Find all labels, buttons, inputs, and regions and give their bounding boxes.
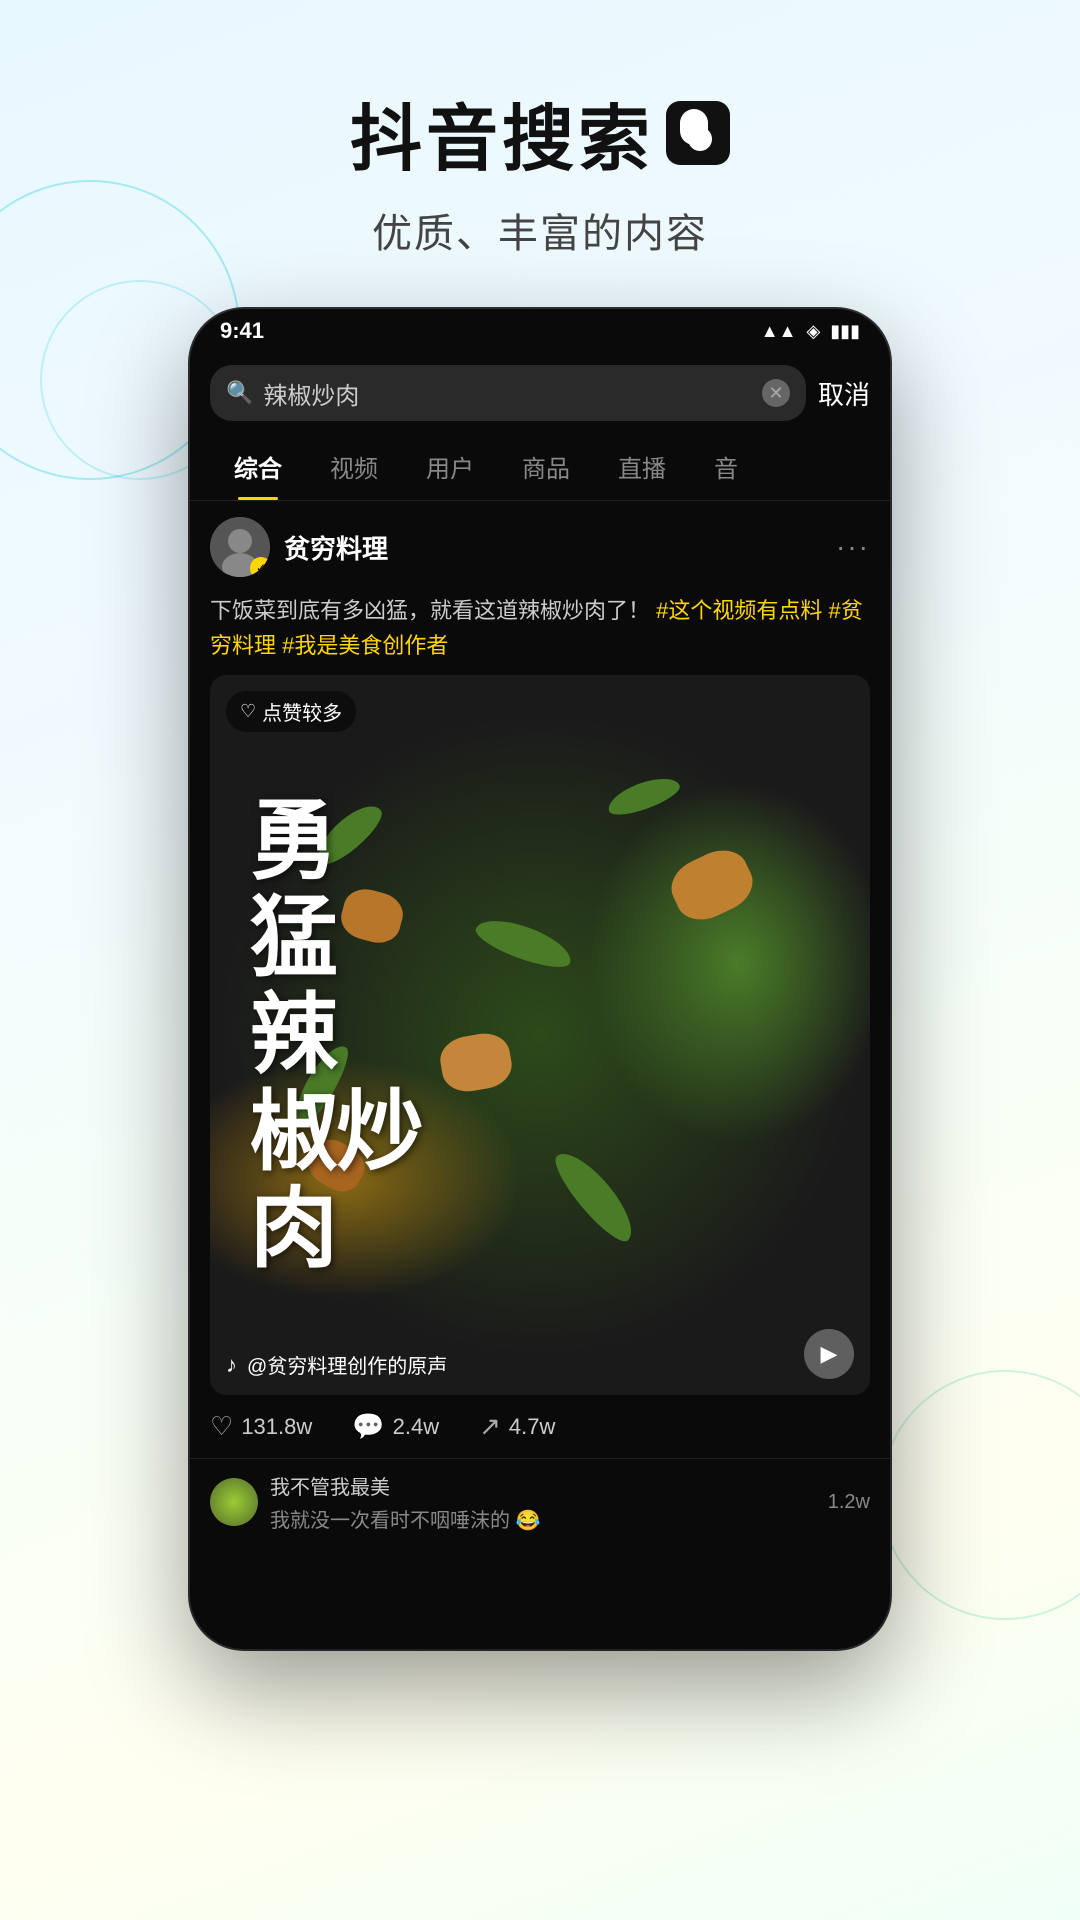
video-container[interactable]: ♡ 点赞较多 勇 猛 辣 椒炒 肉 ♪ @贫穷料理创作的原声 ▶ bbox=[210, 675, 870, 1395]
post-description: 下饭菜到底有多凶猛，就看这道辣椒炒肉了！ #这个视频有点料 #贫穷料理 #我是美… bbox=[190, 593, 890, 675]
content-area: ✓ 贫穷料理 ··· 下饭菜到底有多凶猛，就看这道辣椒炒肉了！ #这个视频有点料… bbox=[190, 501, 890, 1545]
phone-wrapper: 9:41 ▲▲ ◈ ▮▮▮ 🔍 辣椒炒肉 ✕ 取消 综合 视频 bbox=[0, 309, 1080, 1649]
title-text: 抖音搜索 bbox=[350, 80, 654, 185]
hashtag-3[interactable]: #我是美食创作者 bbox=[282, 633, 448, 658]
stats-bar: ♡ 131.8w 💬 2.4w ↗ 4.7w bbox=[190, 1395, 890, 1458]
wifi-icon: ◈ bbox=[806, 321, 820, 342]
comment-text: 我就没一次看时不咽唾沫的 😂 bbox=[270, 1504, 816, 1533]
calligraphy-line-3: 辣 bbox=[250, 987, 336, 1084]
likes-stat[interactable]: ♡ 131.8w bbox=[210, 1411, 312, 1442]
verified-badge: ✓ bbox=[250, 557, 270, 577]
post-text: 下饭菜到底有多凶猛，就看这道辣椒炒肉了！ bbox=[210, 598, 650, 623]
header-section: 抖音搜索 优质、丰富的内容 bbox=[0, 0, 1080, 299]
phone-mockup: 9:41 ▲▲ ◈ ▮▮▮ 🔍 辣椒炒肉 ✕ 取消 综合 视频 bbox=[190, 309, 890, 1649]
subtitle-text: 优质、丰富的内容 bbox=[0, 201, 1080, 259]
commenter-name: 我不管我最美 bbox=[270, 1471, 816, 1500]
shares-stat[interactable]: ↗ 4.7w bbox=[479, 1411, 555, 1442]
music-bar: ♪ @贫穷料理创作的原声 bbox=[226, 1350, 810, 1379]
tab-用户[interactable]: 用户 bbox=[402, 433, 498, 500]
tiktok-music-icon: ♪ bbox=[226, 1352, 237, 1378]
cancel-button[interactable]: 取消 bbox=[818, 375, 870, 412]
comment-likes-count: 1.2w bbox=[828, 1491, 870, 1514]
author-avatar[interactable]: ✓ bbox=[210, 517, 270, 577]
comments-count: 2.4w bbox=[393, 1414, 439, 1440]
tab-综合[interactable]: 综合 bbox=[210, 433, 306, 500]
music-info-text: @贫穷料理创作的原声 bbox=[247, 1350, 447, 1379]
share-icon: ↗ bbox=[479, 1411, 501, 1442]
comment-icon: 💬 bbox=[352, 1411, 384, 1442]
author-name: 贫穷料理 bbox=[284, 529, 822, 566]
search-input-container[interactable]: 🔍 辣椒炒肉 ✕ bbox=[210, 365, 806, 421]
hashtag-1[interactable]: #这个视频有点料 bbox=[656, 598, 822, 623]
tiktok-logo-icon bbox=[666, 101, 730, 165]
likes-count: 131.8w bbox=[241, 1414, 312, 1440]
shares-count: 4.7w bbox=[509, 1414, 555, 1440]
comment-preview: 我不管我最美 我就没一次看时不咽唾沫的 😂 1.2w bbox=[190, 1458, 890, 1545]
status-bar: 9:41 ▲▲ ◈ ▮▮▮ bbox=[190, 309, 890, 353]
battery-icon: ▮▮▮ bbox=[830, 321, 860, 342]
tab-音[interactable]: 音 bbox=[690, 433, 762, 500]
heart-icon: ♡ bbox=[210, 1411, 233, 1442]
tab-商品[interactable]: 商品 bbox=[498, 433, 594, 500]
app-title: 抖音搜索 bbox=[0, 80, 1080, 185]
search-query: 辣椒炒肉 bbox=[263, 376, 752, 411]
post-header: ✓ 贫穷料理 ··· bbox=[190, 501, 890, 593]
search-tabs: 综合 视频 用户 商品 直播 音 bbox=[190, 433, 890, 501]
search-icon: 🔍 bbox=[226, 380, 253, 406]
comment-content: 我不管我最美 我就没一次看时不咽唾沫的 😂 bbox=[270, 1471, 816, 1533]
search-bar: 🔍 辣椒炒肉 ✕ 取消 bbox=[190, 353, 890, 433]
signal-icon: ▲▲ bbox=[761, 321, 797, 342]
calligraphy-line-1: 勇 bbox=[250, 793, 336, 890]
calligraphy-line-2: 猛 bbox=[250, 890, 336, 987]
commenter-avatar bbox=[210, 1478, 258, 1526]
video-overlay: 勇 猛 辣 椒炒 肉 bbox=[210, 675, 870, 1395]
comments-stat[interactable]: 💬 2.4w bbox=[352, 1411, 439, 1442]
status-icons: ▲▲ ◈ ▮▮▮ bbox=[761, 321, 860, 342]
status-time: 9:41 bbox=[220, 318, 264, 344]
calligraphy-line-4: 椒炒 bbox=[250, 1084, 422, 1181]
more-options-button[interactable]: ··· bbox=[836, 531, 870, 563]
calligraphy-line-5: 肉 bbox=[250, 1181, 336, 1278]
tab-直播[interactable]: 直播 bbox=[594, 433, 690, 500]
clear-search-button[interactable]: ✕ bbox=[762, 379, 790, 407]
tab-视频[interactable]: 视频 bbox=[306, 433, 402, 500]
